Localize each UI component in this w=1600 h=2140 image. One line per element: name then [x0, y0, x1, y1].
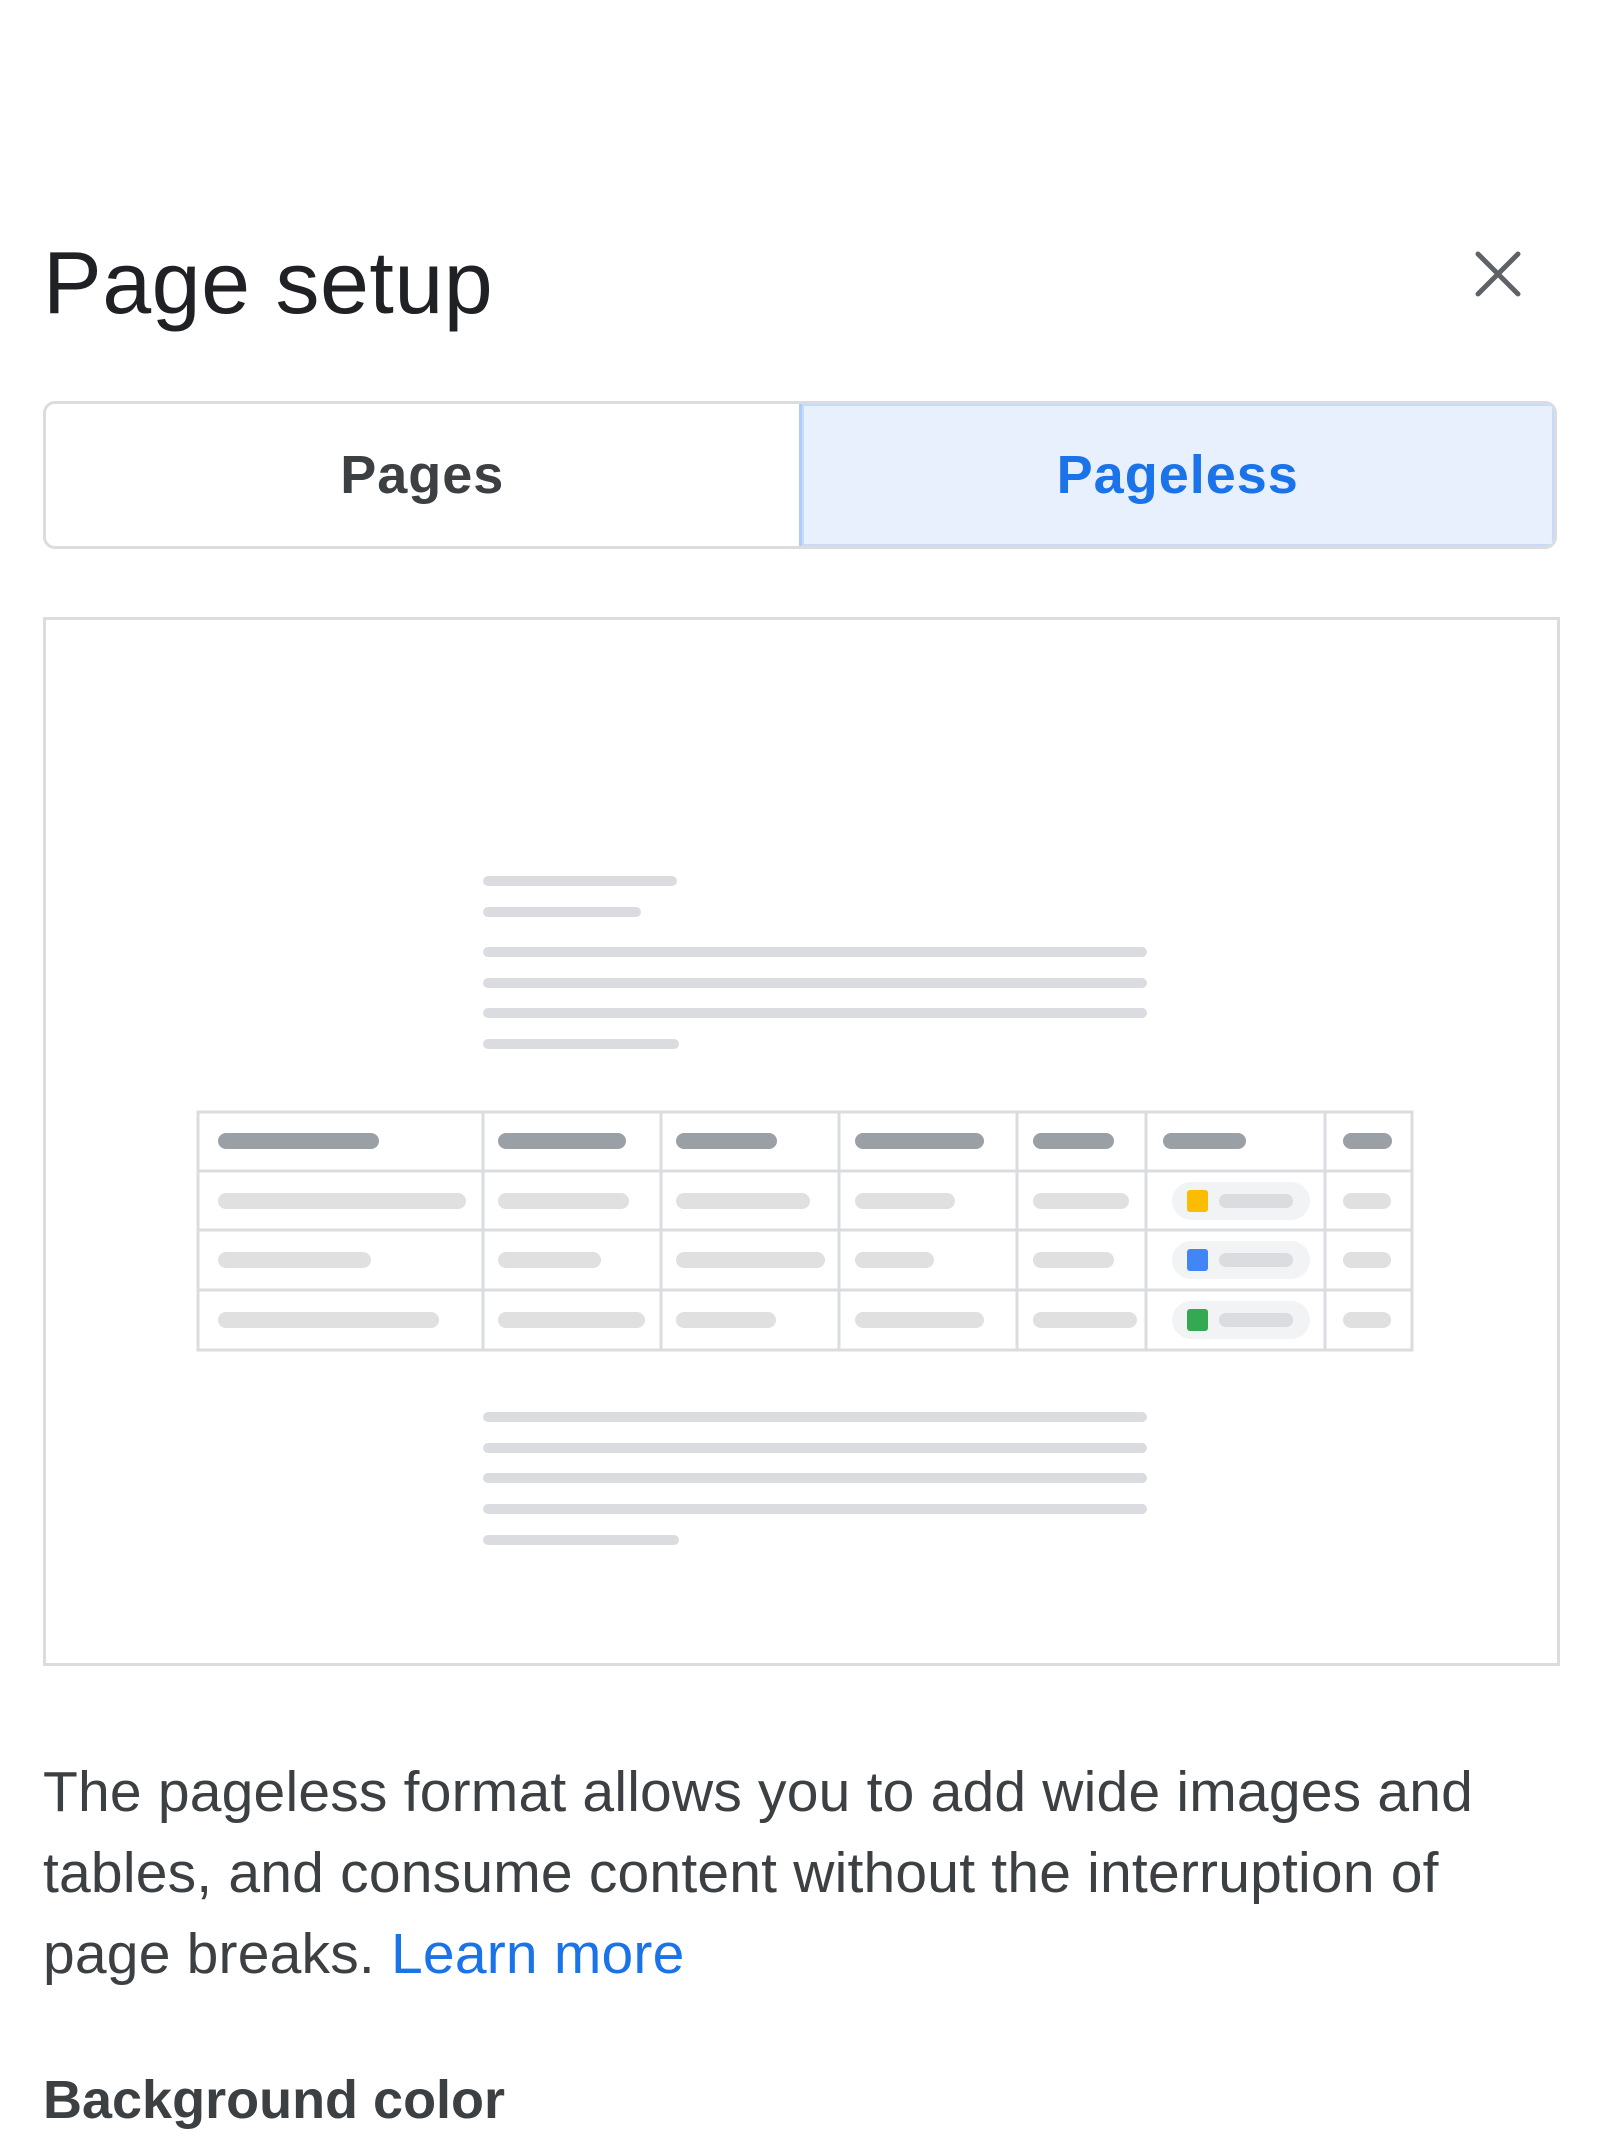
background-color-label: Background color	[43, 2070, 506, 2130]
format-description: The pageless format allows you to add wi…	[43, 1752, 1553, 1995]
pages-option-button[interactable]: Pages	[46, 404, 799, 546]
close-button[interactable]	[1460, 236, 1536, 312]
preview-status-chip	[1172, 1182, 1310, 1220]
pageless-document-illustration	[196, 876, 1414, 1545]
preview-status-chip	[1172, 1301, 1310, 1339]
close-icon	[1475, 251, 1521, 297]
preview-status-chip	[1172, 1241, 1310, 1279]
description-text: The pageless format allows you to add wi…	[43, 1760, 1474, 1986]
page-setup-dialog: Page setup Pages Pageless The pageless f…	[0, 0, 1600, 2133]
pageless-option-button[interactable]: Pageless	[798, 404, 1554, 546]
dialog-title: Page setup	[43, 233, 494, 332]
format-preview	[43, 617, 1560, 1666]
learn-more-link[interactable]: Learn more	[391, 1922, 685, 1986]
format-toggle: Pages Pageless	[43, 401, 1557, 549]
